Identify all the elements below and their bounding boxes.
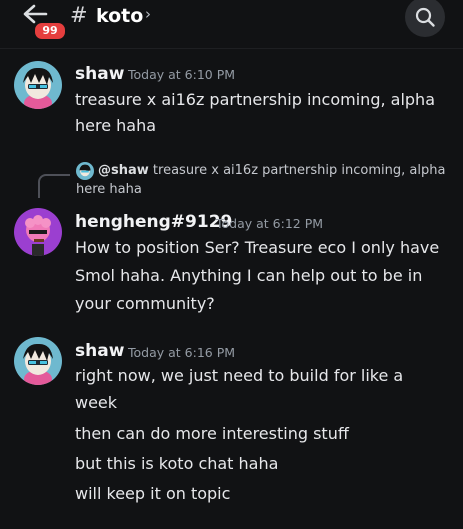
message-line: your community?: [75, 294, 215, 313]
channel-name[interactable]: koto: [96, 5, 143, 27]
chevron-right-icon[interactable]: ›: [145, 5, 151, 23]
message-line: week: [75, 393, 118, 412]
author-name[interactable]: shaw: [75, 64, 124, 84]
avatar-shaw-icon: [14, 61, 62, 109]
message-line: will keep it on topic: [75, 484, 231, 503]
message-line: right now, we just need to build for lik…: [75, 366, 404, 385]
channel-hash-icon: #: [70, 3, 88, 27]
channel-header: 99 # koto ›: [0, 0, 463, 44]
avatar-shaw-small-icon: [76, 162, 94, 180]
message-line: but this is koto chat haha: [75, 454, 279, 473]
reply-avatar: [76, 162, 94, 180]
reply-preview[interactable]: @shaw treasure x ai16z partnership incom…: [98, 163, 445, 178]
message-line: Smol haha. Anything I can help out to be…: [75, 266, 423, 285]
timestamp: Today at 6:10 PM: [128, 67, 236, 82]
message-line: here haha: [75, 116, 157, 135]
avatar-hengheng-icon: [14, 208, 62, 256]
avatar[interactable]: [14, 208, 62, 256]
reply-text: treasure x ai16z partnership incoming, a…: [152, 163, 446, 178]
timestamp: Today at 6:16 PM: [128, 345, 236, 360]
author-name[interactable]: shaw: [75, 341, 124, 361]
message-line: treasure x ai16z partnership incoming, a…: [75, 90, 435, 109]
avatar[interactable]: [14, 61, 62, 109]
reply-text-cont: here haha: [76, 182, 142, 197]
header-divider: [0, 48, 463, 49]
author-name[interactable]: hengheng#9129: [75, 212, 232, 232]
message-line: How to position Ser? Treasure eco I only…: [75, 238, 440, 257]
avatar[interactable]: [14, 337, 62, 385]
search-button[interactable]: [405, 0, 445, 37]
timestamp: Today at 6:12 PM: [216, 216, 324, 231]
reply-spine: [38, 174, 70, 198]
reply-mention[interactable]: @shaw: [98, 163, 149, 178]
unread-badge: 99: [33, 21, 67, 41]
avatar-shaw-icon: [14, 337, 62, 385]
search-icon: [415, 7, 435, 27]
message-line: then can do more interesting stuff: [75, 424, 349, 443]
